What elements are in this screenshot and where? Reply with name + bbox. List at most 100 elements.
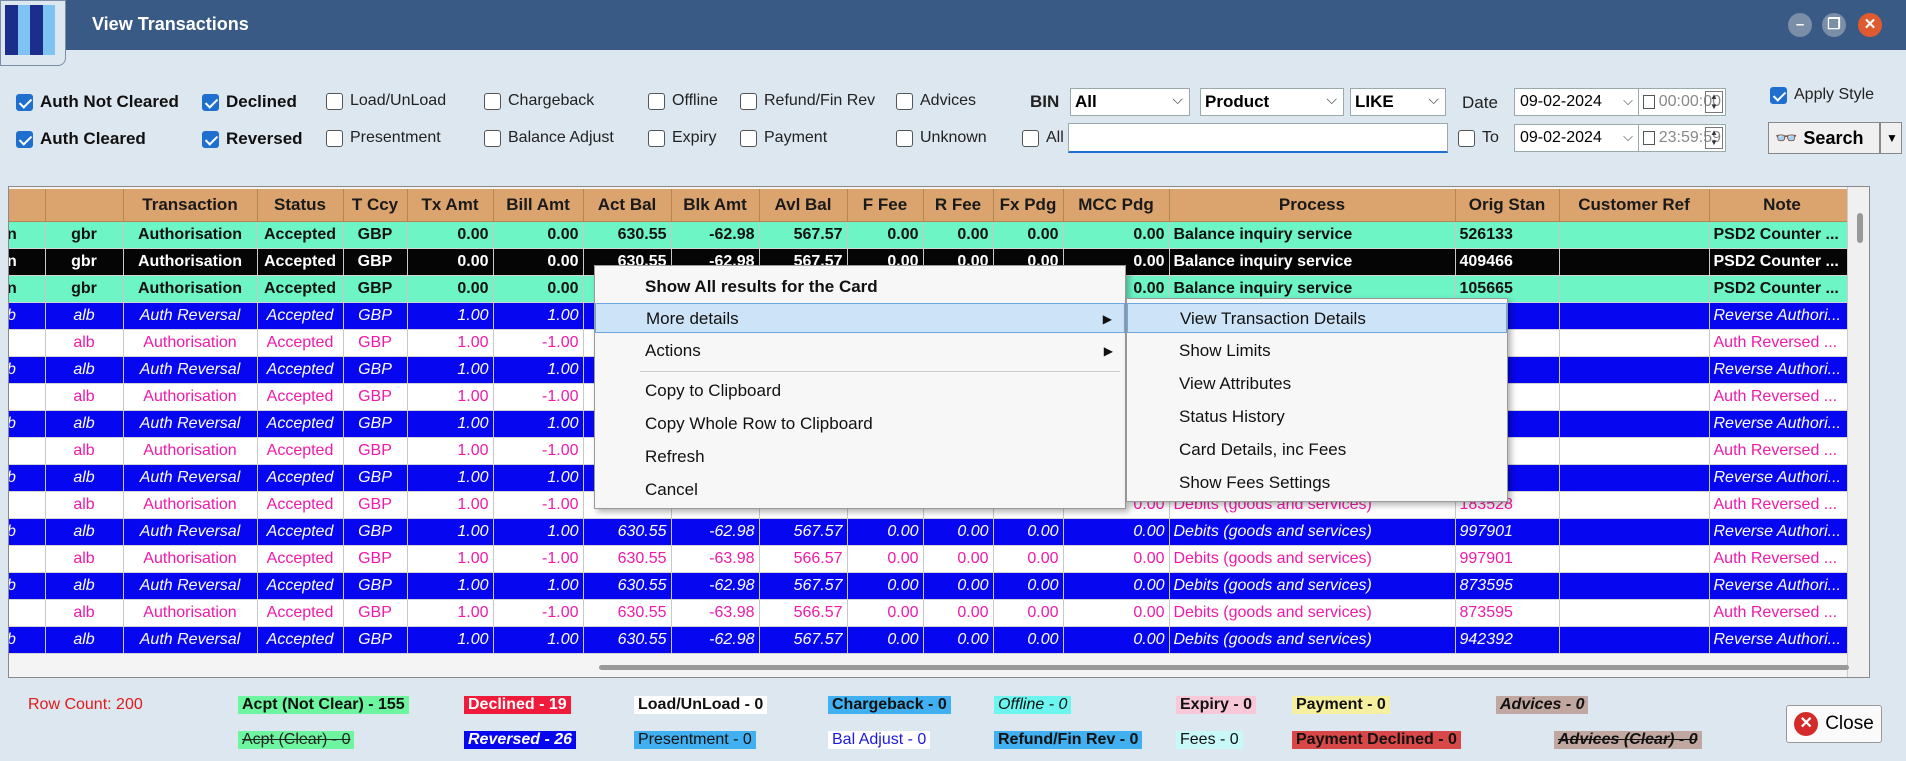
filter-refund-fin-rev[interactable]: Refund/Fin Rev xyxy=(740,92,875,110)
table-cell: 0.00 xyxy=(847,518,924,546)
menu-item-actions[interactable]: Actions ▶ xyxy=(595,336,1125,366)
menu-item-card-details[interactable]: Card Details, inc Fees xyxy=(1127,435,1507,465)
menu-item-cancel[interactable]: Cancel xyxy=(595,475,1125,505)
column-header[interactable]: Transaction xyxy=(123,189,258,222)
search-dropdown-button[interactable]: ▼ xyxy=(1880,122,1902,154)
column-header[interactable]: Fx Pdg xyxy=(993,189,1064,222)
filter-declined[interactable]: Declined xyxy=(202,92,297,112)
close-window-icon[interactable]: ✕ xyxy=(1858,13,1882,37)
filter-advices[interactable]: Advices xyxy=(896,92,976,110)
table-cell: 1.00 xyxy=(407,383,494,411)
filter-to[interactable]: To xyxy=(1458,129,1499,147)
title-bar: – ❐ ✕ xyxy=(0,0,1906,50)
menu-item-status-history[interactable]: Status History xyxy=(1127,402,1507,432)
table-row[interactable]: balbAuth ReversalAcceptedGBP1.001.00630.… xyxy=(9,626,1856,654)
checkbox-icon xyxy=(740,92,757,110)
menu-item-copy-to-clipboard[interactable]: Copy to Clipboard xyxy=(595,376,1125,406)
restore-icon[interactable]: ❐ xyxy=(1822,13,1846,37)
table-cell: 0.00 xyxy=(923,518,994,546)
table-cell: Authorisation xyxy=(123,599,258,627)
search-button[interactable]: 👓 Search xyxy=(1768,122,1880,154)
scrollbar-thumb[interactable] xyxy=(1857,213,1863,243)
spinner-icon[interactable]: ▲ ▼ xyxy=(1705,91,1723,113)
table-cell: 630.55 xyxy=(583,221,672,249)
table-cell: Authorisation xyxy=(123,491,258,519)
filter-payment[interactable]: Payment xyxy=(740,129,827,147)
filter-presentment[interactable]: Presentment xyxy=(326,129,441,147)
menu-item-show-fees-settings[interactable]: Show Fees Settings xyxy=(1127,468,1507,498)
date-from-picker[interactable]: 09-02-2024 ⌵ xyxy=(1514,88,1640,116)
menu-item-view-transaction-details[interactable]: View Transaction Details xyxy=(1127,303,1507,333)
column-header[interactable]: Note xyxy=(1709,189,1856,222)
spinner-icon[interactable]: ▲ ▼ xyxy=(1705,127,1723,149)
table-cell: Auth Reversal xyxy=(123,302,258,330)
column-header[interactable]: Orig Stan xyxy=(1455,189,1560,222)
menu-item-show-all-results[interactable]: Show All results for the Card xyxy=(595,272,1125,302)
menu-item-view-attributes[interactable]: View Attributes xyxy=(1127,369,1507,399)
filter-balance-adjust[interactable]: Balance Adjust xyxy=(484,129,614,147)
time-from-input[interactable]: 00:00:00 ▲ ▼ xyxy=(1638,88,1726,116)
like-select[interactable]: LIKE ⌵ xyxy=(1350,88,1446,116)
filter-reversed[interactable]: Reversed xyxy=(202,129,303,149)
table-row[interactable]: balbAuth ReversalAcceptedGBP1.001.00630.… xyxy=(9,572,1856,600)
product-select[interactable]: Product ⌵ xyxy=(1200,88,1344,116)
table-row[interactable]: balbAuth ReversalAcceptedGBP1.001.00630.… xyxy=(9,518,1856,546)
vertical-scrollbar[interactable] xyxy=(1847,187,1869,677)
table-cell: Auth Reversal xyxy=(123,518,258,546)
table-cell: Reverse Authori... xyxy=(1709,302,1856,330)
table-cell: 1.00 xyxy=(407,464,494,492)
table-cell xyxy=(1559,518,1710,546)
filter-unknown[interactable]: Unknown xyxy=(896,129,987,147)
column-header[interactable]: Customer Ref xyxy=(1559,189,1710,222)
menu-item-refresh[interactable]: Refresh xyxy=(595,442,1125,472)
date-to-picker[interactable]: 09-02-2024 ⌵ xyxy=(1514,124,1640,152)
filter-auth-cleared[interactable]: Auth Cleared xyxy=(16,129,146,149)
checkbox-icon[interactable] xyxy=(1643,131,1655,145)
table-cell: b xyxy=(9,464,46,492)
filter-auth-not-cleared[interactable]: Auth Not Cleared xyxy=(16,92,179,112)
table-row[interactable]: albAuthorisationAcceptedGBP1.00-1.00630.… xyxy=(9,545,1856,573)
column-header[interactable]: T Ccy xyxy=(343,189,408,222)
table-cell: 1.00 xyxy=(407,599,494,627)
checkbox-icon[interactable] xyxy=(1643,95,1655,109)
column-header[interactable]: Avl Bal xyxy=(759,189,848,222)
filter-offline[interactable]: Offline xyxy=(648,92,718,110)
column-header[interactable]: R Fee xyxy=(923,189,994,222)
search-input[interactable] xyxy=(1068,123,1448,153)
column-header[interactable]: Status xyxy=(257,189,344,222)
table-cell: b xyxy=(9,572,46,600)
column-header[interactable]: Blk Amt xyxy=(671,189,760,222)
table-row[interactable]: albAuthorisationAcceptedGBP1.00-1.00630.… xyxy=(9,599,1856,627)
column-header[interactable]: Act Bal xyxy=(583,189,672,222)
table-cell: 409466 xyxy=(1455,248,1560,276)
column-header[interactable]: Tx Amt xyxy=(407,189,494,222)
column-header[interactable]: F Fee xyxy=(847,189,924,222)
table-cell: Auth Reversed ... xyxy=(1709,599,1856,627)
filter-expiry[interactable]: Expiry xyxy=(648,129,716,147)
table-cell: GBP xyxy=(343,491,408,519)
time-to-input[interactable]: 23:59:59 ▲ ▼ xyxy=(1638,124,1726,152)
menu-item-more-details[interactable]: More details ▶ xyxy=(595,303,1125,333)
minimize-icon[interactable]: – xyxy=(1788,13,1812,37)
column-header[interactable]: Process xyxy=(1169,189,1456,222)
filter-all[interactable]: All xyxy=(1022,129,1064,147)
horizontal-scrollbar-thumb[interactable] xyxy=(599,665,1849,670)
filter-chargeback[interactable]: Chargeback xyxy=(484,92,594,110)
bin-select[interactable]: All ⌵ xyxy=(1070,88,1190,116)
menu-item-show-limits[interactable]: Show Limits xyxy=(1127,336,1507,366)
table-cell: Debits (goods and services) xyxy=(1169,545,1456,573)
close-button[interactable]: ✕ Close xyxy=(1786,705,1882,743)
filter-load-unload[interactable]: Load/UnLoad xyxy=(326,92,446,110)
apply-style-checkbox[interactable]: Apply Style xyxy=(1770,86,1874,104)
table-cell: Authorisation xyxy=(123,545,258,573)
column-header[interactable] xyxy=(45,189,124,222)
table-row[interactable]: ngbrAuthorisationAcceptedGBP0.000.00630.… xyxy=(9,221,1856,249)
column-header[interactable]: MCC Pdg xyxy=(1063,189,1170,222)
column-header[interactable]: Bill Amt xyxy=(493,189,584,222)
bin-label: BIN xyxy=(1030,92,1060,111)
column-header[interactable] xyxy=(9,189,46,222)
legend-item: Load/UnLoad - 0 xyxy=(634,696,768,714)
table-cell: alb xyxy=(45,356,124,384)
table-cell: Authorisation xyxy=(123,248,258,276)
menu-item-copy-whole-row[interactable]: Copy Whole Row to Clipboard xyxy=(595,409,1125,439)
